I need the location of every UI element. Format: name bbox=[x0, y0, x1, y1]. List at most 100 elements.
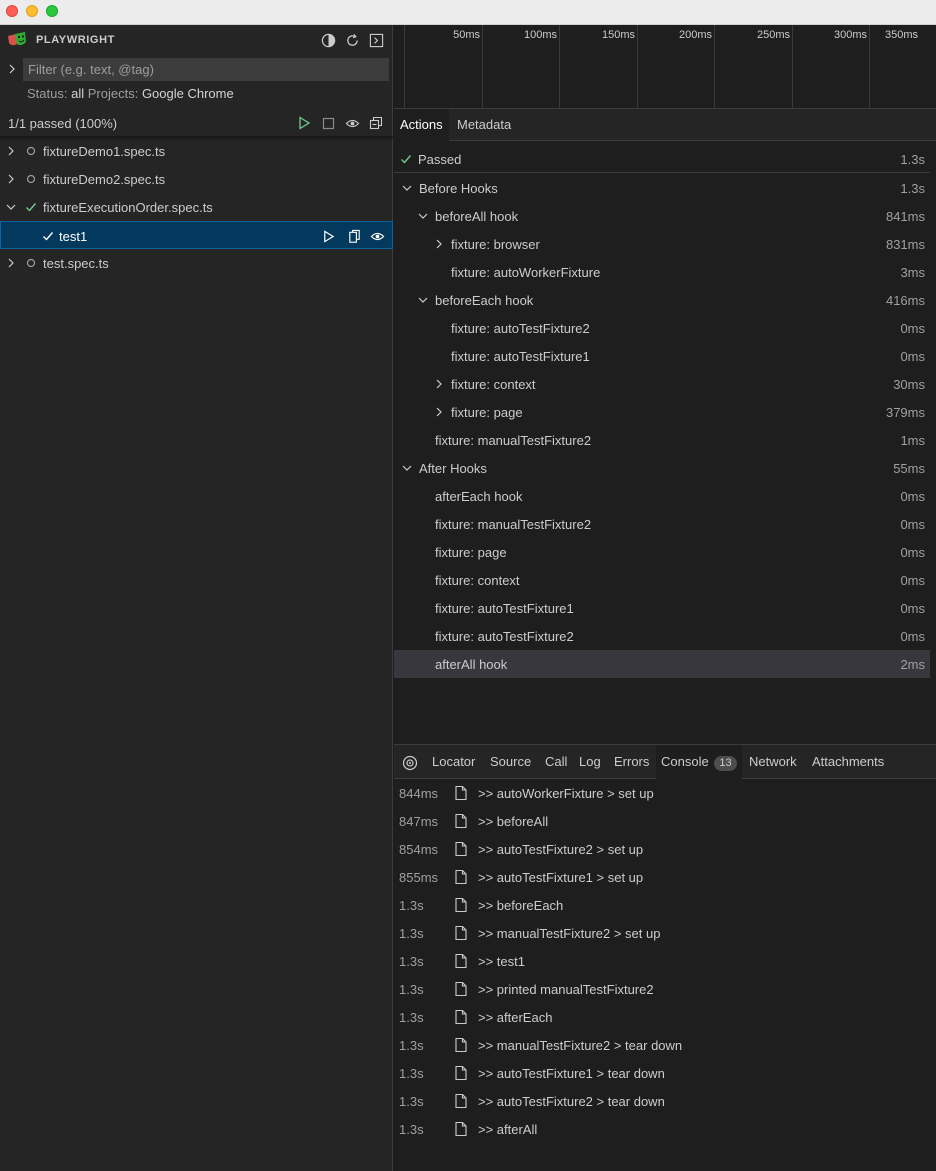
action-label: afterAll hook bbox=[435, 657, 508, 672]
chevron-down-icon[interactable] bbox=[401, 182, 413, 194]
tree-item-file[interactable]: fixtureDemo2.spec.ts bbox=[0, 165, 393, 193]
collapse-all-icon[interactable] bbox=[368, 115, 384, 131]
chevron-right-icon[interactable] bbox=[5, 257, 17, 269]
tab-actions[interactable]: Actions bbox=[394, 109, 449, 141]
file-icon bbox=[455, 1009, 467, 1025]
timeline-tick: 150ms bbox=[601, 29, 635, 41]
chevron-right-icon[interactable] bbox=[5, 145, 17, 157]
action-row[interactable]: fixture: autoWorkerFixture 3ms bbox=[394, 258, 930, 286]
tree-item-file[interactable]: test.spec.ts bbox=[0, 249, 393, 277]
tab-console[interactable]: Console 13 bbox=[656, 745, 742, 779]
timeline-gridline bbox=[482, 25, 483, 108]
chevron-right-icon[interactable] bbox=[433, 238, 445, 250]
action-row[interactable]: fixture: page 379ms bbox=[394, 398, 930, 426]
console-row[interactable]: 1.3s >> afterAll bbox=[394, 1116, 936, 1144]
action-row[interactable]: fixture: manualTestFixture2 0ms bbox=[394, 510, 930, 538]
chevron-right-icon[interactable] bbox=[433, 378, 445, 390]
filter-input[interactable] bbox=[23, 58, 389, 81]
watch-test-icon[interactable] bbox=[369, 228, 385, 244]
reload-icon[interactable] bbox=[344, 32, 360, 48]
action-row[interactable]: Before Hooks 1.3s bbox=[394, 174, 930, 202]
console-row[interactable]: 847ms >> beforeAll bbox=[394, 808, 936, 836]
tree-item-file[interactable]: fixtureDemo1.spec.ts bbox=[0, 137, 393, 165]
console-row[interactable]: 1.3s >> autoTestFixture1 > tear down bbox=[394, 1060, 936, 1088]
console-row[interactable]: 1.3s >> beforeEach bbox=[394, 892, 936, 920]
console-message: >> beforeEach bbox=[478, 898, 564, 913]
action-label: beforeAll hook bbox=[435, 209, 519, 224]
console-time: 854ms bbox=[399, 842, 439, 857]
theme-toggle-icon[interactable] bbox=[320, 32, 336, 48]
action-row[interactable]: fixture: autoTestFixture1 0ms bbox=[394, 342, 930, 370]
open-source-icon[interactable] bbox=[346, 228, 362, 244]
console-row[interactable]: 844ms >> autoWorkerFixture > set up bbox=[394, 780, 936, 808]
run-test-icon[interactable] bbox=[320, 228, 336, 244]
console-row[interactable]: 1.3s >> manualTestFixture2 > set up bbox=[394, 920, 936, 948]
file-icon bbox=[455, 869, 467, 885]
tab-source[interactable]: Source bbox=[485, 745, 536, 779]
timeline-gridline bbox=[869, 25, 870, 108]
action-row[interactable]: fixture: browser 831ms bbox=[394, 230, 930, 258]
run-all-icon[interactable] bbox=[296, 115, 312, 131]
timeline-tick: 350ms bbox=[885, 29, 919, 41]
pass-summary: 1/1 passed (100%) bbox=[8, 116, 118, 131]
console-time: 1.3s bbox=[399, 1066, 424, 1081]
action-label: fixture: manualTestFixture2 bbox=[435, 433, 592, 448]
timeline[interactable]: 50ms 100ms 150ms 200ms 250ms 300ms 350ms bbox=[394, 25, 936, 109]
status-value[interactable]: all bbox=[71, 86, 84, 101]
action-row[interactable]: afterEach hook 0ms bbox=[394, 482, 930, 510]
minimize-window-button[interactable] bbox=[26, 5, 38, 17]
terminal-icon[interactable] bbox=[368, 32, 384, 48]
tab-call[interactable]: Call bbox=[540, 745, 572, 779]
chevron-down-icon[interactable] bbox=[417, 294, 429, 306]
action-row[interactable]: afterAll hook 2ms bbox=[394, 650, 930, 678]
console-row[interactable]: 1.3s >> printed manualTestFixture2 bbox=[394, 976, 936, 1004]
tab-log[interactable]: Log bbox=[574, 745, 606, 779]
zoom-window-button[interactable] bbox=[46, 5, 58, 17]
console-row[interactable]: 854ms >> autoTestFixture2 > set up bbox=[394, 836, 936, 864]
action-row[interactable]: After Hooks 55ms bbox=[394, 454, 930, 482]
tab-errors[interactable]: Errors bbox=[609, 745, 654, 779]
close-window-button[interactable] bbox=[6, 5, 18, 17]
action-duration: 379ms bbox=[885, 405, 925, 420]
console-row[interactable]: 1.3s >> manualTestFixture2 > tear down bbox=[394, 1032, 936, 1060]
action-row[interactable]: fixture: context 30ms bbox=[394, 370, 930, 398]
console-row[interactable]: 1.3s >> test1 bbox=[394, 948, 936, 976]
console-row[interactable]: 1.3s >> autoTestFixture2 > tear down bbox=[394, 1088, 936, 1116]
not-run-icon bbox=[26, 146, 36, 156]
action-row[interactable]: fixture: context 0ms bbox=[394, 566, 930, 594]
tab-metadata[interactable]: Metadata bbox=[451, 109, 517, 141]
window-titlebar bbox=[0, 0, 936, 25]
action-duration: 1.3s bbox=[900, 152, 925, 167]
action-row[interactable]: beforeEach hook 416ms bbox=[394, 286, 930, 314]
tab-attachments[interactable]: Attachments bbox=[807, 745, 889, 779]
action-row[interactable]: fixture: autoTestFixture2 0ms bbox=[394, 314, 930, 342]
action-duration: 416ms bbox=[885, 293, 925, 308]
chevron-right-icon[interactable] bbox=[6, 62, 18, 76]
action-duration: 0ms bbox=[900, 629, 925, 644]
chevron-down-icon[interactable] bbox=[5, 201, 17, 213]
projects-value[interactable]: Google Chrome bbox=[142, 86, 234, 101]
action-label: fixture: autoWorkerFixture bbox=[451, 265, 601, 280]
pick-locator-icon[interactable] bbox=[402, 755, 418, 771]
watch-all-icon[interactable] bbox=[344, 115, 360, 131]
action-row[interactable]: fixture: page 0ms bbox=[394, 538, 930, 566]
file-icon bbox=[455, 1037, 467, 1053]
console-row[interactable]: 855ms >> autoTestFixture1 > set up bbox=[394, 864, 936, 892]
action-row[interactable]: fixture: autoTestFixture2 0ms bbox=[394, 622, 930, 650]
stop-icon[interactable] bbox=[320, 115, 336, 131]
action-duration: 0ms bbox=[900, 321, 925, 336]
chevron-right-icon[interactable] bbox=[433, 406, 445, 418]
tab-locator[interactable]: Locator bbox=[427, 745, 480, 779]
action-row[interactable]: beforeAll hook 841ms bbox=[394, 202, 930, 230]
tab-network[interactable]: Network bbox=[744, 745, 802, 779]
chevron-right-icon[interactable] bbox=[5, 173, 17, 185]
file-icon bbox=[455, 1121, 467, 1137]
action-row-passed[interactable]: Passed 1.3s bbox=[394, 145, 930, 173]
tree-item-file[interactable]: fixtureExecutionOrder.spec.ts bbox=[0, 193, 393, 221]
action-row[interactable]: fixture: manualTestFixture2 1ms bbox=[394, 426, 930, 454]
chevron-down-icon[interactable] bbox=[417, 210, 429, 222]
console-row[interactable]: 1.3s >> afterEach bbox=[394, 1004, 936, 1032]
action-row[interactable]: fixture: autoTestFixture1 0ms bbox=[394, 594, 930, 622]
chevron-down-icon[interactable] bbox=[401, 462, 413, 474]
tree-item-test[interactable]: test1 bbox=[0, 221, 393, 249]
